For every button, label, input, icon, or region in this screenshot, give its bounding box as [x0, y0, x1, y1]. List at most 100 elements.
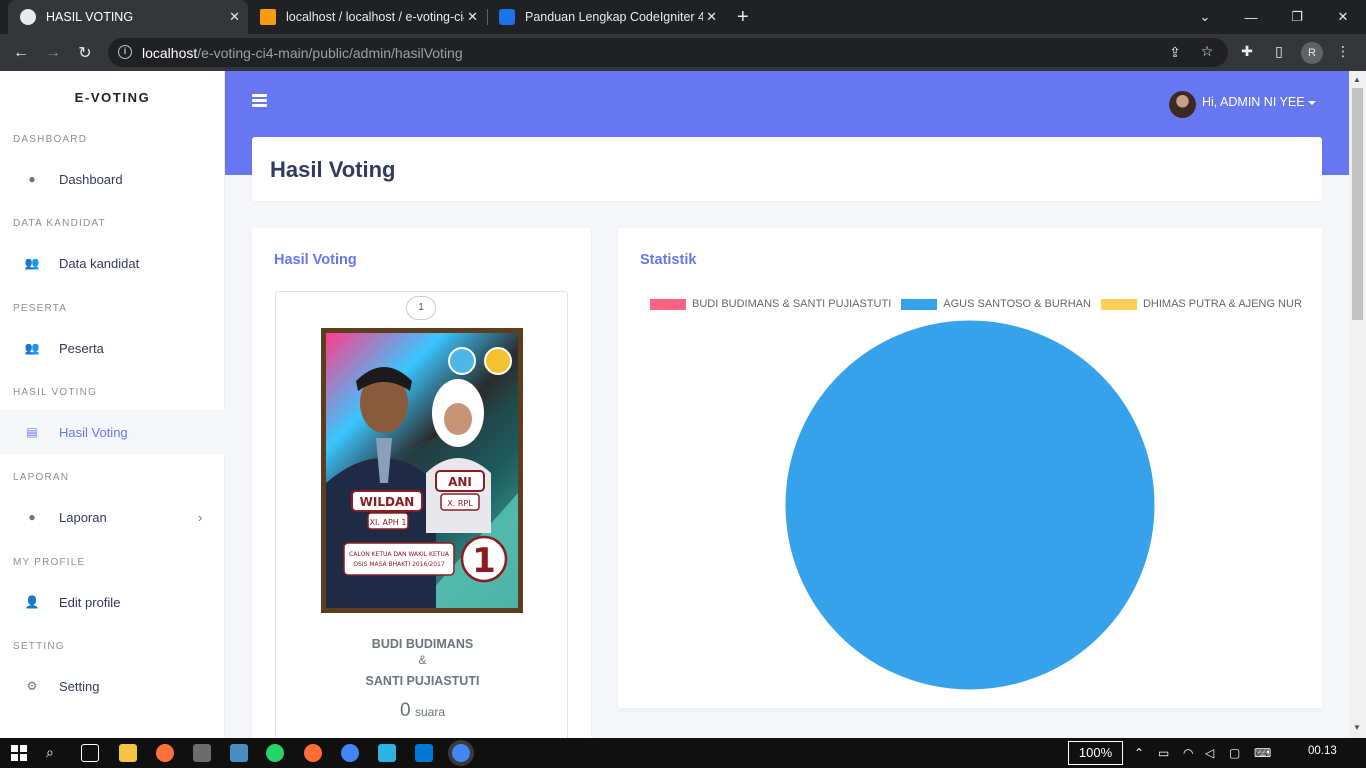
- svg-text:XI. APH 1: XI. APH 1: [370, 518, 407, 527]
- file-explorer-icon[interactable]: [119, 744, 137, 762]
- edge-icon[interactable]: [378, 744, 396, 762]
- tab-search-icon[interactable]: ⌄: [1182, 0, 1228, 34]
- tab-hasil-voting[interactable]: HASIL VOTING ✕: [8, 0, 248, 34]
- task-view-icon[interactable]: [81, 744, 99, 762]
- user-avatar[interactable]: [1169, 91, 1196, 118]
- candidate-poster-image: WILDAN XI. APH 1 ANI X. RPL CALON KETUA …: [321, 328, 523, 613]
- battery-icon[interactable]: ▭: [1158, 746, 1169, 760]
- search-icon[interactable]: ⌕: [46, 744, 64, 762]
- sidebar-section-header: MY PROFILE: [13, 557, 86, 568]
- sidebar-item-hasil-voting[interactable]: ▤ Hasil Voting: [0, 410, 225, 454]
- users-icon: 👥: [24, 256, 40, 270]
- sidebar-item-setting[interactable]: ⚙ Setting: [0, 664, 225, 708]
- sidebar-section-header: HASIL VOTING: [13, 387, 98, 398]
- caret-down-icon[interactable]: [1308, 101, 1316, 105]
- sidebar-item-laporan[interactable]: ● Laporan ›: [0, 495, 225, 539]
- share-icon[interactable]: ⇪: [1166, 44, 1184, 61]
- gears-icon: ⚙: [26, 679, 38, 693]
- legend-item[interactable]: DHIMAS PUTRA & AJENG NUR: [1100, 298, 1302, 310]
- tab-phpmyadmin[interactable]: localhost / localhost / e-voting-ci4 ✕: [248, 0, 486, 34]
- sidebar: E-VOTING DASHBOARD ● Dashboard DATA KAND…: [0, 71, 225, 738]
- browser-tab-bar: HASIL VOTING ✕ localhost / localhost / e…: [0, 0, 1366, 34]
- legend-label: BUDI BUDIMANS & SANTI PUJIASTUTI: [692, 298, 892, 310]
- statistics-card: Statistik BUDI BUDIMANS & SANTI PUJIASTU…: [618, 228, 1322, 708]
- candidate-name-2: SANTI PUJIASTUTI: [365, 674, 480, 688]
- tab-panduan-codeigniter[interactable]: Panduan Lengkap CodeIgniter 4 ✕: [487, 0, 725, 34]
- page-scrollbar[interactable]: ▲ ▼: [1349, 71, 1366, 738]
- statistics-card-title: Statistik: [640, 252, 697, 268]
- legend-item[interactable]: BUDI BUDIMANS & SANTI PUJIASTUTI: [650, 298, 891, 310]
- close-tab-icon[interactable]: ✕: [706, 9, 717, 25]
- page-title: Hasil Voting: [270, 157, 396, 182]
- url-text: localhost/e-voting-ci4-main/public/admin…: [142, 45, 463, 61]
- close-window-button[interactable]: ✕: [1320, 0, 1366, 34]
- sidebar-item-edit-profile[interactable]: 👤 Edit profile: [0, 580, 225, 624]
- close-tab-icon[interactable]: ✕: [467, 9, 478, 25]
- close-tab-icon[interactable]: ✕: [229, 9, 240, 25]
- tray-chevron-icon[interactable]: ⌃: [1134, 746, 1144, 760]
- sidebar-item-data-kandidat[interactable]: 👥 Data kandidat: [0, 241, 225, 285]
- pie-slice[interactable]: [784, 319, 1156, 691]
- sidebar-item-dashboard[interactable]: ● Dashboard: [0, 157, 225, 201]
- hamburger-menu-icon[interactable]: [252, 94, 268, 108]
- svg-text:WILDAN: WILDAN: [360, 495, 415, 509]
- app-icon[interactable]: [230, 744, 248, 762]
- firefox-icon[interactable]: [156, 744, 174, 762]
- svg-text:OSIS MASA BHAKTI 2016/2017: OSIS MASA BHAKTI 2016/2017: [353, 561, 445, 568]
- bookmark-star-icon[interactable]: ☆: [1198, 43, 1216, 60]
- vote-count: 0: [399, 700, 411, 721]
- legend-item[interactable]: AGUS SANTOSO & BURHAN: [901, 298, 1091, 310]
- back-icon[interactable]: ←: [10, 42, 32, 64]
- restore-button[interactable]: ❐: [1274, 0, 1320, 34]
- notification-icon[interactable]: ▢: [1229, 746, 1240, 760]
- profile-avatar[interactable]: R: [1301, 42, 1323, 64]
- clock[interactable]: 00.13: [1308, 745, 1337, 757]
- user-greeting[interactable]: Hi, ADMIN NI YEE: [1202, 95, 1305, 109]
- whatsapp-icon[interactable]: [266, 744, 284, 762]
- address-toolbar: ← → ↻ i localhost/e-voting-ci4-main/publ…: [0, 34, 1366, 71]
- svg-text:X. RPL: X. RPL: [447, 499, 473, 508]
- user-edit-icon: 👤: [24, 595, 40, 609]
- legend-label: AGUS SANTOSO & BURHAN: [943, 298, 1091, 310]
- forward-icon[interactable]: →: [42, 42, 64, 64]
- zoom-level[interactable]: 100%: [1068, 741, 1123, 765]
- legend-swatch: [650, 298, 686, 310]
- svg-text:ANI: ANI: [448, 475, 472, 489]
- minimize-button[interactable]: —: [1228, 0, 1274, 34]
- phpmyadmin-icon: [260, 9, 276, 25]
- address-bar[interactable]: i localhost/e-voting-ci4-main/public/adm…: [108, 38, 1228, 67]
- wifi-icon[interactable]: ◠: [1183, 746, 1193, 760]
- vscode-icon[interactable]: [415, 744, 433, 762]
- site-info-icon[interactable]: i: [118, 45, 132, 59]
- document-icon: ▤: [26, 425, 38, 439]
- volume-icon[interactable]: ◁: [1205, 746, 1214, 760]
- postman-icon[interactable]: [304, 744, 322, 762]
- menu-kebab-icon[interactable]: ⋮: [1334, 43, 1352, 60]
- chrome-icon[interactable]: [341, 744, 359, 762]
- keyboard-icon[interactable]: ⌨: [1254, 746, 1271, 760]
- legend-swatch: [1100, 298, 1137, 310]
- os-taskbar: ⌕ 100% ⌃ ▭ ◠ ◁ ▢ ⌨ 00.13: [0, 738, 1366, 768]
- site-icon: [499, 9, 515, 25]
- reload-icon[interactable]: ↻: [74, 42, 96, 64]
- side-panel-icon[interactable]: ▯: [1270, 43, 1288, 60]
- page-header-card: Hasil Voting: [252, 137, 1322, 201]
- sidebar-section-header: DASHBOARD: [13, 134, 88, 145]
- candidate-votes: 0 suara: [276, 700, 569, 722]
- fire-icon: ●: [28, 510, 36, 524]
- pie-chart: [784, 319, 1156, 691]
- brand-logo-text[interactable]: E-VOTING: [0, 90, 225, 105]
- scrollbar-thumb[interactable]: [1352, 88, 1363, 320]
- extensions-icon[interactable]: ✚: [1238, 43, 1256, 60]
- new-tab-button[interactable]: +: [731, 0, 761, 34]
- sidebar-item-peserta[interactable]: 👥 Peserta: [0, 326, 225, 370]
- svg-text:CALON KETUA DAN WAKIL KETUA: CALON KETUA DAN WAKIL KETUA: [349, 551, 450, 558]
- sidebar-section-header: LAPORAN: [13, 472, 70, 483]
- windows-start-icon[interactable]: [10, 744, 28, 762]
- chrome-active-icon[interactable]: [452, 744, 470, 762]
- candidate-number-badge: 1: [406, 296, 436, 320]
- candidate-card: 1 WILDAN XI. APH 1 ANI X. RPL CALON KETU…: [275, 291, 568, 751]
- candidate-name-1: BUDI BUDIMANS: [371, 637, 474, 651]
- game-app-icon[interactable]: [193, 744, 211, 762]
- results-card: Hasil Voting 1 WILDAN XI. APH 1 ANI X. R…: [252, 228, 591, 751]
